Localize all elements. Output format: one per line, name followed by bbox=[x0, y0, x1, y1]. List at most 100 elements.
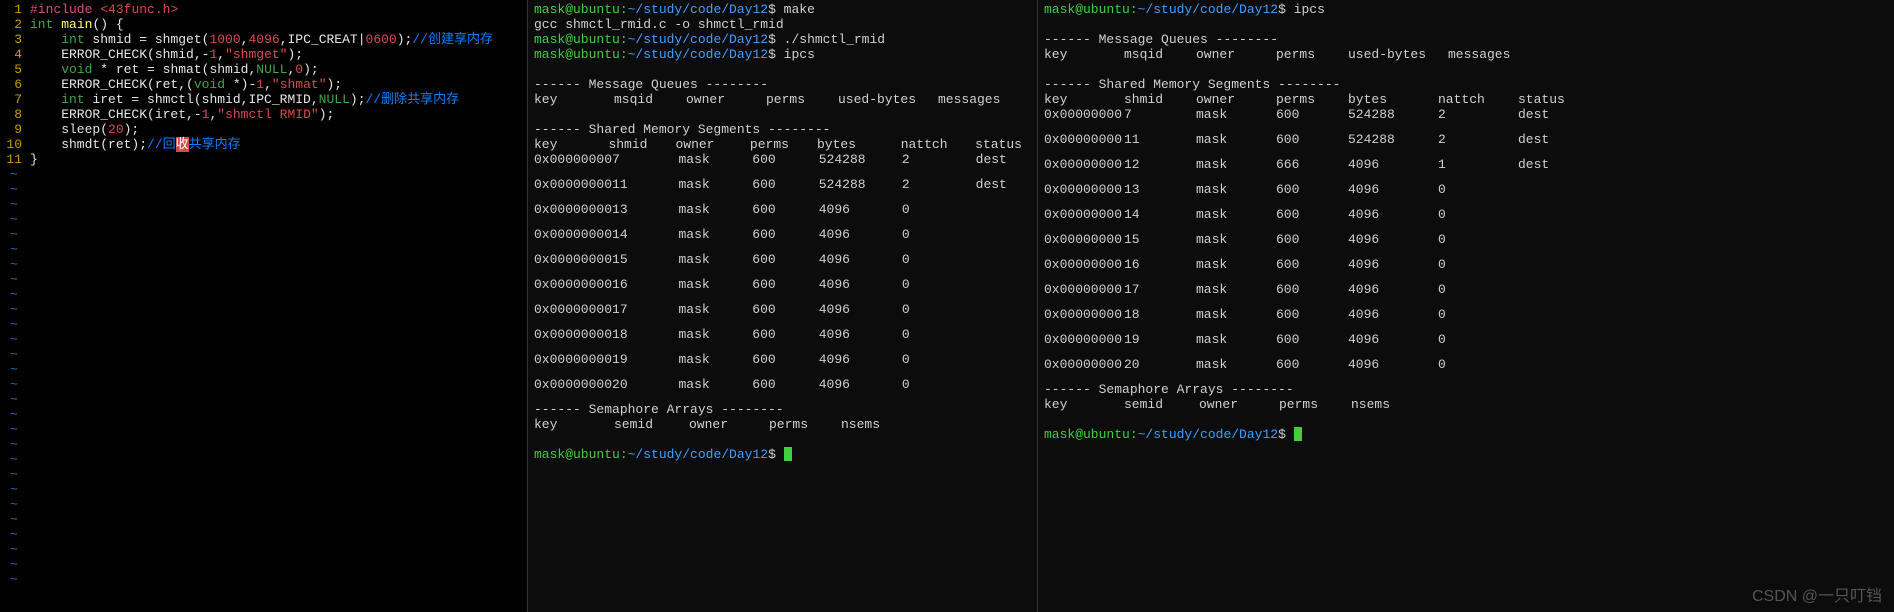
code-token: ); bbox=[303, 62, 319, 77]
code-token: "shmctl RMID" bbox=[217, 107, 318, 122]
vim-tilde: ~ bbox=[0, 332, 527, 347]
terminal-line: keysemidownerpermsnsems bbox=[534, 417, 1031, 432]
prompt-user: mask@ubuntu: bbox=[1044, 427, 1138, 442]
vim-tilde: ~ bbox=[0, 167, 527, 182]
shm-row: 0x0000000020mask60040960 bbox=[1044, 357, 1888, 372]
code-token: void bbox=[194, 77, 225, 92]
code-line[interactable]: 10 shmdt(ret);//回收共享内存 bbox=[0, 137, 527, 152]
terminal-line: keymsqidownerpermsused-bytesmessages bbox=[534, 92, 1031, 107]
vim-tilde: ~ bbox=[0, 257, 527, 272]
terminal-line: keymsqidownerpermsused-bytesmessages bbox=[1044, 47, 1888, 62]
code-token: () { bbox=[92, 17, 123, 32]
cursor[interactable] bbox=[784, 447, 792, 461]
terminal-line bbox=[1044, 412, 1888, 427]
code-line[interactable]: 1#include <43func.h> bbox=[0, 2, 527, 17]
code-line[interactable]: 3 int shmid = shmget(1000,4096,IPC_CREAT… bbox=[0, 32, 527, 47]
prompt-path: ~/study/code/Day12 bbox=[628, 2, 768, 17]
vim-tilde: ~ bbox=[0, 437, 527, 452]
terminal-pane-middle[interactable]: mask@ubuntu:~/study/code/Day12$ makegcc … bbox=[528, 0, 1038, 612]
terminal-line bbox=[534, 367, 1031, 377]
code-token: ); bbox=[124, 122, 140, 137]
code-token: //创建享内存 bbox=[412, 32, 493, 47]
code-token: 4096 bbox=[248, 32, 279, 47]
terminal-line bbox=[534, 192, 1031, 202]
code-line[interactable]: 2int main() { bbox=[0, 17, 527, 32]
shm-row: 0x0000000014mask60040960 bbox=[1044, 207, 1888, 222]
shm-row: 0x0000000015mask60040960 bbox=[534, 252, 1031, 267]
vim-tilde: ~ bbox=[0, 377, 527, 392]
prompt-user: mask@ubuntu: bbox=[534, 32, 628, 47]
line-number: 5 bbox=[0, 62, 30, 77]
line-number: 6 bbox=[0, 77, 30, 92]
vim-tilde: ~ bbox=[0, 197, 527, 212]
vim-tilde: ~ bbox=[0, 422, 527, 437]
code-token bbox=[30, 62, 61, 77]
prompt-line[interactable]: mask@ubuntu:~/study/code/Day12$ bbox=[534, 447, 1031, 462]
line-number: 9 bbox=[0, 122, 30, 137]
terminal-line: ------ Message Queues -------- bbox=[1044, 32, 1888, 47]
vim-tilde: ~ bbox=[0, 512, 527, 527]
terminal-pane-right[interactable]: mask@ubuntu:~/study/code/Day12$ ipcs ---… bbox=[1038, 0, 1894, 612]
code-line[interactable]: 9 sleep(20); bbox=[0, 122, 527, 137]
code-line[interactable]: 11} bbox=[0, 152, 527, 167]
vim-tilde: ~ bbox=[0, 497, 527, 512]
code-token: //删除共享内存 bbox=[366, 92, 460, 107]
terminal-line bbox=[534, 217, 1031, 227]
code-token: ); bbox=[319, 107, 335, 122]
shm-row: 0x0000000013mask60040960 bbox=[534, 202, 1031, 217]
terminal-line bbox=[1044, 272, 1888, 282]
code-line[interactable]: 6 ERROR_CHECK(ret,(void *)-1,"shmat"); bbox=[0, 77, 527, 92]
shm-row: 0x0000000011mask6005242882dest bbox=[1044, 132, 1888, 147]
prompt-user: mask@ubuntu: bbox=[534, 47, 628, 62]
code-token: 20 bbox=[108, 122, 124, 137]
code-token: ERROR_CHECK(ret,( bbox=[30, 77, 194, 92]
command: ipcs bbox=[784, 47, 815, 62]
cursor[interactable] bbox=[1294, 427, 1302, 441]
code-line[interactable]: 7 int iret = shmctl(shmid,IPC_RMID,NULL)… bbox=[0, 92, 527, 107]
vim-tilde: ~ bbox=[0, 227, 527, 242]
vim-tilde: ~ bbox=[0, 392, 527, 407]
code-token: , bbox=[209, 107, 217, 122]
terminal-line: keyshmidownerpermsbytesnattchstatus bbox=[534, 137, 1031, 152]
terminal-line: ------ Shared Memory Segments -------- bbox=[534, 122, 1031, 137]
code-line[interactable]: 4 ERROR_CHECK(shmid,-1,"shmget"); bbox=[0, 47, 527, 62]
code-token: * ret = shmat(shmid, bbox=[92, 62, 256, 77]
terminal-line bbox=[1044, 222, 1888, 232]
code-token: ERROR_CHECK(iret,- bbox=[30, 107, 202, 122]
terminal-line bbox=[1044, 172, 1888, 182]
prompt-path: ~/study/code/Day12 bbox=[1138, 2, 1278, 17]
terminal-line bbox=[534, 342, 1031, 352]
code-token: ); bbox=[350, 92, 366, 107]
shm-row: 0x0000000016mask60040960 bbox=[1044, 257, 1888, 272]
terminal-line: ------ Semaphore Arrays -------- bbox=[1044, 382, 1888, 397]
code-line[interactable]: 8 ERROR_CHECK(iret,-1,"shmctl RMID"); bbox=[0, 107, 527, 122]
prompt-path: ~/study/code/Day12 bbox=[1138, 427, 1278, 442]
shm-row: 0x0000000017mask60040960 bbox=[1044, 282, 1888, 297]
code-token: , bbox=[217, 47, 225, 62]
code-token: void bbox=[61, 62, 92, 77]
code-token: int bbox=[30, 17, 53, 32]
code-token: shmdt(ret); bbox=[30, 137, 147, 152]
vim-tilde: ~ bbox=[0, 347, 527, 362]
vim-tilde: ~ bbox=[0, 317, 527, 332]
editor-pane[interactable]: 1#include <43func.h>2int main() {3 int s… bbox=[0, 0, 528, 612]
terminal-line bbox=[534, 392, 1031, 402]
code-token: 0600 bbox=[366, 32, 397, 47]
code-token bbox=[92, 2, 100, 17]
terminal-line: keysemidownerpermsnsems bbox=[1044, 397, 1888, 412]
code-token: sleep( bbox=[30, 122, 108, 137]
prompt-user: mask@ubuntu: bbox=[534, 2, 628, 17]
terminal-line bbox=[1044, 247, 1888, 257]
shm-row: 0x0000000017mask60040960 bbox=[534, 302, 1031, 317]
vim-tilde: ~ bbox=[0, 302, 527, 317]
terminal-line bbox=[534, 242, 1031, 252]
vim-tilde: ~ bbox=[0, 557, 527, 572]
shm-row: 0x0000000020mask60040960 bbox=[534, 377, 1031, 392]
prompt-line[interactable]: mask@ubuntu:~/study/code/Day12$ bbox=[1044, 427, 1888, 442]
code-line[interactable]: 5 void * ret = shmat(shmid,NULL,0); bbox=[0, 62, 527, 77]
code-token: int bbox=[61, 92, 84, 107]
terminal-line bbox=[1044, 17, 1888, 32]
code-token bbox=[53, 17, 61, 32]
terminal-line bbox=[1044, 347, 1888, 357]
line-number: 10 bbox=[0, 137, 30, 152]
